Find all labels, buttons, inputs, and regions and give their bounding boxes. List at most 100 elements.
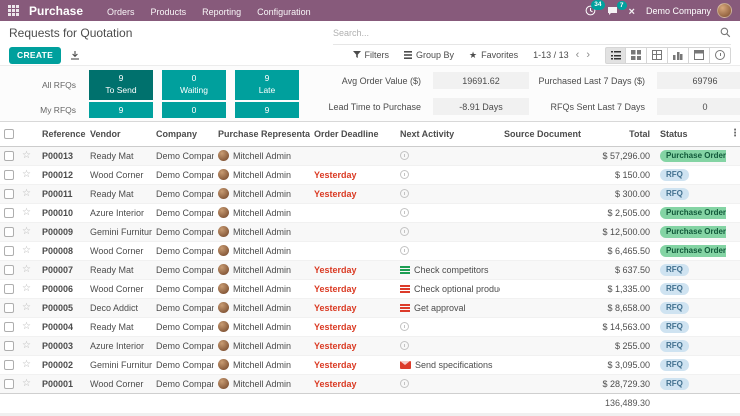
table-row[interactable]: P00001 Wood Corner Demo Company Mitchell… [0, 374, 740, 393]
column-header-source[interactable]: Source Document [500, 122, 592, 146]
favorite-star-icon[interactable] [22, 245, 31, 255]
tile-my-late[interactable]: 9 [235, 102, 299, 118]
table-row[interactable]: P00004 Ready Mat Demo Company Mitchell A… [0, 317, 740, 336]
rep-avatar [218, 302, 229, 313]
clock-activity-icon[interactable] [400, 322, 409, 331]
favorite-star-icon[interactable] [22, 359, 31, 369]
table-row[interactable]: P00003 Azure Interior Demo Company Mitch… [0, 336, 740, 355]
groupby-button[interactable]: Group By [404, 50, 454, 60]
view-switch-list[interactable] [605, 47, 626, 64]
view-switch-calendar[interactable] [689, 47, 710, 64]
favorite-star-icon[interactable] [22, 378, 31, 388]
row-checkbox[interactable] [4, 360, 14, 370]
row-checkbox[interactable] [4, 170, 14, 180]
column-header-activity[interactable]: Next Activity [396, 122, 500, 146]
apps-menu-button[interactable] [8, 5, 19, 16]
filters-button[interactable]: Filters [353, 50, 390, 60]
kpi-value[interactable]: 0 [657, 98, 740, 115]
clock-activity-icon[interactable] [400, 189, 409, 198]
table-row[interactable]: P00002 Gemini Furniture Demo Company Mit… [0, 355, 740, 374]
row-checkbox[interactable] [4, 284, 14, 294]
kpi-value[interactable]: 69796 [657, 72, 740, 89]
row-checkbox[interactable] [4, 379, 14, 389]
table-row[interactable]: P00008 Wood Corner Demo Company Mitchell… [0, 241, 740, 260]
optional-columns-icon[interactable] [730, 128, 740, 138]
favorite-star-icon[interactable] [22, 188, 31, 198]
pager-next-button[interactable] [586, 50, 590, 61]
favorite-star-icon[interactable] [22, 150, 31, 160]
column-header-ref[interactable]: Reference [38, 122, 86, 146]
tasks-red-activity-icon[interactable] [400, 285, 410, 293]
tasks-green-activity-icon[interactable] [400, 266, 410, 274]
tile-my-waiting[interactable]: 0 [162, 102, 226, 118]
favorite-star-icon[interactable] [22, 283, 31, 293]
create-button[interactable]: CREATE [9, 47, 61, 64]
clock-activity-icon[interactable] [400, 151, 409, 160]
view-switch-activity[interactable] [710, 47, 731, 64]
activities-button[interactable]: 34 [585, 5, 596, 16]
row-checkbox[interactable] [4, 189, 14, 199]
table-row[interactable]: P00006 Wood Corner Demo Company Mitchell… [0, 279, 740, 298]
search-icon[interactable] [720, 27, 731, 38]
table-row[interactable]: P00013 Ready Mat Demo Company Mitchell A… [0, 146, 740, 165]
row-checkbox[interactable] [4, 246, 14, 256]
table-row[interactable]: P00012 Wood Corner Demo Company Mitchell… [0, 165, 740, 184]
view-switch-pivot[interactable] [647, 47, 668, 64]
row-checkbox[interactable] [4, 265, 14, 275]
clock-activity-icon[interactable] [400, 227, 409, 236]
search-input[interactable] [333, 28, 720, 38]
favorite-star-icon[interactable] [22, 340, 31, 350]
tile-all-waiting[interactable]: 0Waiting [162, 70, 226, 100]
user-menu[interactable]: Demo Company [646, 3, 732, 18]
clock-activity-icon[interactable] [400, 379, 409, 388]
row-checkbox[interactable] [4, 151, 14, 161]
favorite-star-icon[interactable] [22, 207, 31, 217]
column-header-vendor[interactable]: Vendor [86, 122, 152, 146]
favorites-button[interactable]: Favorites [469, 50, 518, 61]
favorite-star-icon[interactable] [22, 226, 31, 236]
view-switch-kanban[interactable] [626, 47, 647, 64]
table-row[interactable]: P00010 Azure Interior Demo Company Mitch… [0, 203, 740, 222]
table-row[interactable]: P00009 Gemini Furniture Demo Company Mit… [0, 222, 740, 241]
select-all-checkbox[interactable] [4, 129, 14, 139]
tasks-red-activity-icon[interactable] [400, 304, 410, 312]
menu-reporting[interactable]: Reporting [194, 7, 249, 17]
row-checkbox[interactable] [4, 227, 14, 237]
app-name[interactable]: Purchase [29, 4, 83, 18]
tile-my-to-send[interactable]: 9 [89, 102, 153, 118]
column-header-deadline[interactable]: Order Deadline [310, 122, 396, 146]
table-row[interactable]: P00007 Ready Mat Demo Company Mitchell A… [0, 260, 740, 279]
favorite-star-icon[interactable] [22, 264, 31, 274]
row-checkbox[interactable] [4, 303, 14, 313]
export-button[interactable] [70, 50, 80, 60]
clock-activity-icon[interactable] [400, 341, 409, 350]
clock-activity-icon[interactable] [400, 208, 409, 217]
favorite-star-icon[interactable] [22, 321, 31, 331]
row-checkbox[interactable] [4, 341, 14, 351]
menu-configuration[interactable]: Configuration [249, 7, 319, 17]
row-checkbox[interactable] [4, 208, 14, 218]
table-row[interactable]: P00005 Deco Addict Demo Company Mitchell… [0, 298, 740, 317]
envelope-red-activity-icon[interactable] [400, 361, 411, 369]
pager-previous-button[interactable] [576, 50, 580, 61]
kpi-value[interactable]: -8.91 Days [433, 98, 529, 115]
clock-activity-icon[interactable] [400, 170, 409, 179]
kpi-value[interactable]: 19691.62 [433, 72, 529, 89]
wrench-button[interactable] [629, 3, 635, 18]
row-checkbox[interactable] [4, 322, 14, 332]
table-row[interactable]: P00011 Ready Mat Demo Company Mitchell A… [0, 184, 740, 203]
column-header-company[interactable]: Company [152, 122, 214, 146]
column-header-rep[interactable]: Purchase Representative [214, 122, 310, 146]
menu-products[interactable]: Products [143, 7, 195, 17]
tile-all-to-send[interactable]: 9To Send [89, 70, 153, 100]
clock-activity-icon[interactable] [400, 246, 409, 255]
favorite-star-icon[interactable] [22, 169, 31, 179]
column-header-status[interactable]: Status [656, 122, 726, 146]
tile-all-late[interactable]: 9Late [235, 70, 299, 100]
row-vendor: Deco Addict [86, 298, 152, 317]
menu-orders[interactable]: Orders [99, 7, 143, 17]
messages-button[interactable]: 7 [607, 6, 618, 16]
view-switch-graph[interactable] [668, 47, 689, 64]
favorite-star-icon[interactable] [22, 302, 31, 312]
column-header-total[interactable]: Total [592, 122, 656, 146]
